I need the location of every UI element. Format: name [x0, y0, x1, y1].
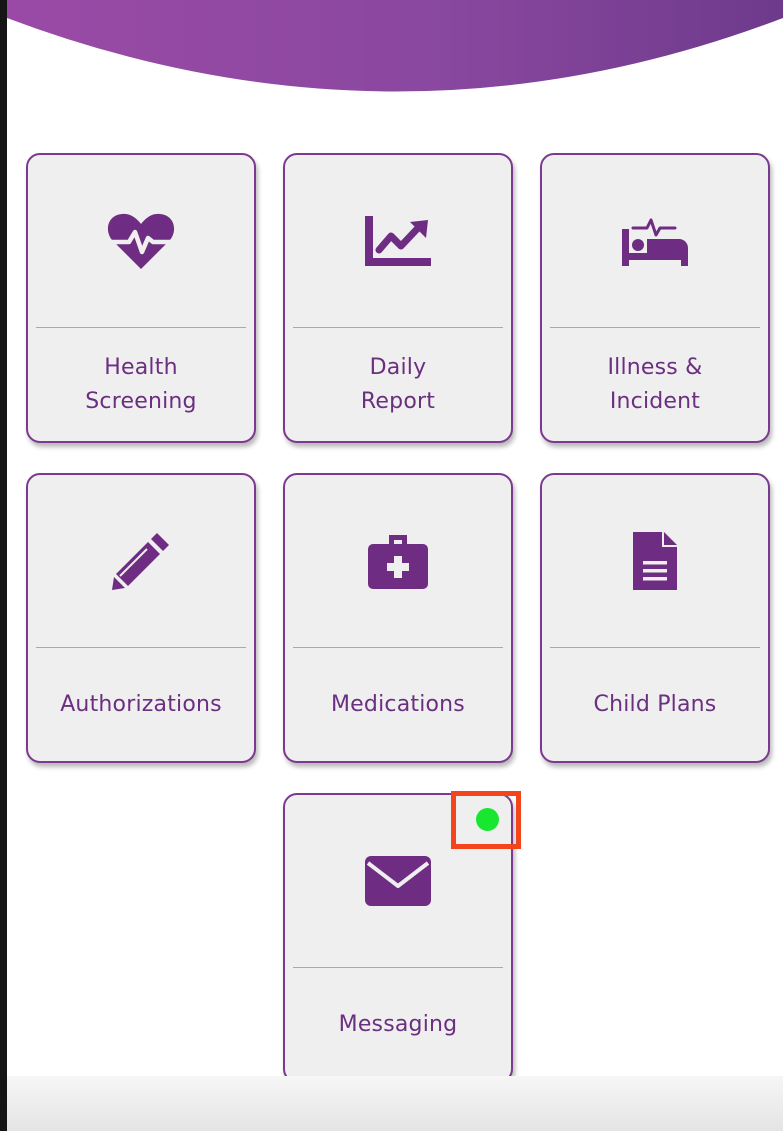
tile-label: Messaging: [338, 1011, 458, 1037]
heart-pulse-icon: [107, 213, 175, 269]
bed-pulse-icon: [622, 218, 688, 266]
bottom-bar: [7, 1076, 783, 1131]
tile-child-plans[interactable]: Child Plans: [540, 473, 770, 763]
tile-label: Illness & Incident: [607, 354, 703, 414]
tile-label: Daily Report: [360, 354, 436, 414]
tile-authorizations[interactable]: Authorizations: [26, 473, 256, 763]
screen-left-edge: [0, 0, 7, 1131]
tile-health-screening[interactable]: Health Screening: [26, 153, 256, 443]
pencil-icon: [112, 533, 169, 590]
envelope-icon: [365, 856, 431, 906]
tile-label: Authorizations: [60, 691, 222, 717]
tile-medications[interactable]: Medications: [283, 473, 513, 763]
notification-dot: [476, 808, 499, 831]
tile-illness-incident[interactable]: Illness & Incident: [540, 153, 770, 443]
chart-line-icon: [365, 216, 431, 266]
medkit-icon: [368, 535, 428, 589]
tile-label: Child Plans: [593, 691, 717, 717]
tile-label: Health Screening: [85, 354, 197, 414]
header-banner: [7, 0, 783, 100]
tile-daily-report[interactable]: Daily Report: [283, 153, 513, 443]
document-icon: [633, 532, 677, 590]
tile-label: Medications: [331, 691, 465, 717]
